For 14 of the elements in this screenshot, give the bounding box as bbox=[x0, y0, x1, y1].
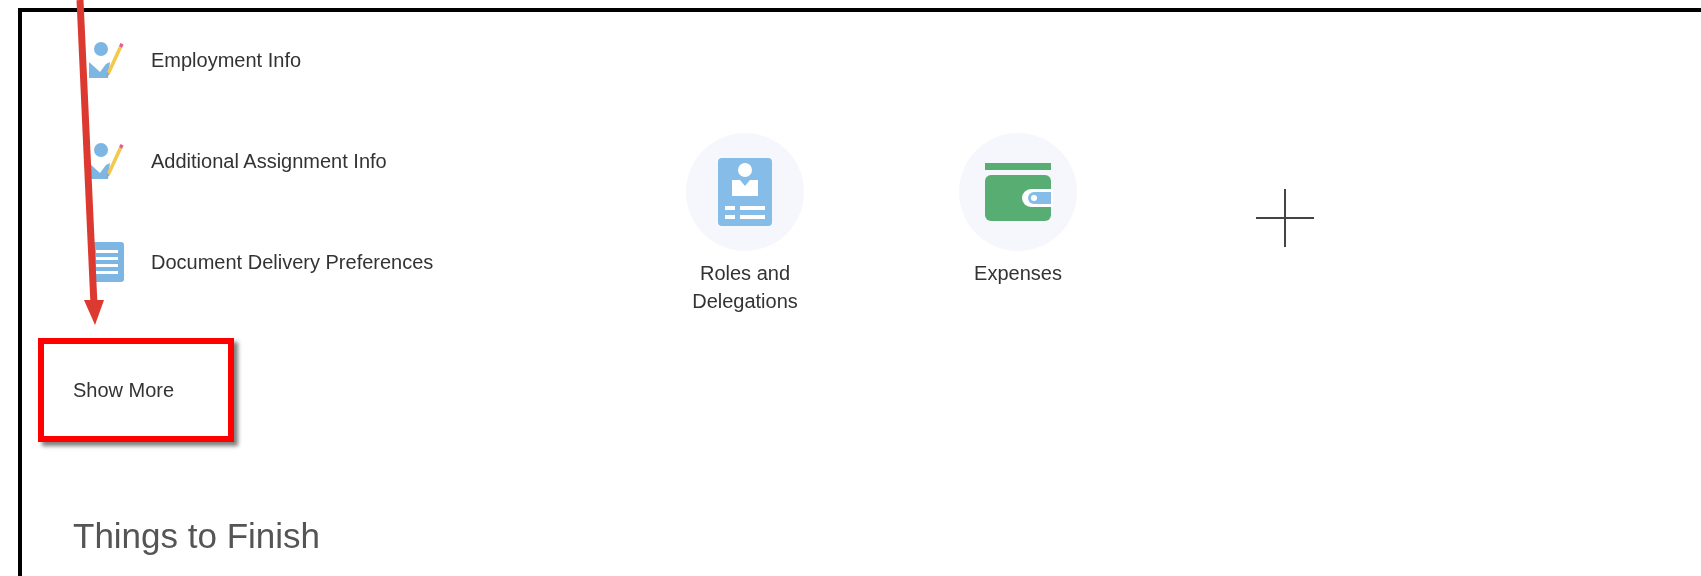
menu-link[interactable]: Additional Assignment Info bbox=[151, 146, 387, 176]
tile-label: Roles and Delegations bbox=[691, 261, 799, 314]
id-badge-icon bbox=[718, 158, 772, 226]
add-button[interactable] bbox=[1256, 189, 1314, 247]
app-tile[interactable]: Roles and Delegations bbox=[665, 133, 825, 315]
menu-link[interactable]: Document Delivery Preferences bbox=[151, 247, 434, 277]
section-title: Things to Finish bbox=[73, 515, 322, 557]
app-tile[interactable]: Expenses bbox=[938, 133, 1098, 287]
person-pencil-icon bbox=[86, 40, 126, 80]
show-more-link[interactable]: Show More bbox=[73, 375, 175, 405]
menu-link[interactable]: Employment Info bbox=[151, 45, 302, 75]
tile-label: Expenses bbox=[973, 261, 1063, 286]
wallet-icon bbox=[983, 163, 1053, 221]
plus-icon bbox=[1256, 189, 1314, 247]
